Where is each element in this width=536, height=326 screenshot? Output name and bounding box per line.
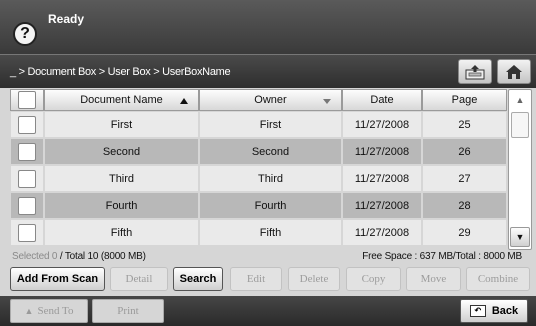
print-button[interactable]: Print [92,299,164,323]
table-row[interactable]: Fifth Fifth 11/27/2008 29 [10,219,507,246]
select-all-checkbox-header[interactable] [10,89,44,111]
column-document-name[interactable]: Document Name [44,89,199,111]
cell-page: 28 [422,192,507,219]
cell-page: 29 [422,219,507,246]
cell-date: 11/27/2008 [342,192,422,219]
cell-date: 11/27/2008 [342,111,422,138]
sort-descending-icon [323,99,331,104]
breadcrumb-bar: _ > Document Box > User Box > UserBoxNam… [0,54,536,88]
table-scrollbar[interactable]: ▲ ▼ [508,89,532,250]
send-to-button[interactable]: ▲ Send To [10,299,88,323]
cell-owner: Fifth [199,219,342,246]
send-to-icon: ▲ [24,306,34,316]
copy-button[interactable]: Copy [346,267,401,291]
cell-owner: Second [199,138,342,165]
selected-count: Selected 0 [12,251,58,262]
cell-date: 11/27/2008 [342,219,422,246]
breadcrumb: _ > Document Box > User Box > UserBoxNam… [10,66,231,78]
cell-document-name: Third [44,165,199,192]
table-row[interactable]: Third Third 11/27/2008 27 [10,165,507,192]
home-icon [506,64,522,79]
delete-button[interactable]: Delete [288,267,340,291]
cell-owner: Third [199,165,342,192]
upload-tray-icon [465,64,485,79]
column-date[interactable]: Date [342,89,422,111]
back-icon: ↶ [469,305,486,317]
row-checkbox[interactable] [18,169,36,188]
status-text: Ready [48,12,85,26]
cell-page: 25 [422,111,507,138]
table-row[interactable]: Fourth Fourth 11/27/2008 28 [10,192,507,219]
edit-button[interactable]: Edit [230,267,282,291]
row-checkbox[interactable] [18,196,36,215]
cell-owner: First [199,111,342,138]
chevron-down-icon: ▼ [515,232,525,242]
selection-info: Selected 0 / Total 10 (8000 MB) [12,251,146,262]
select-all-checkbox[interactable] [18,91,36,109]
upload-button[interactable] [458,59,492,84]
table-row[interactable]: First First 11/27/2008 25 [10,111,507,138]
scroll-down-button[interactable]: ▼ [510,227,530,247]
cell-date: 11/27/2008 [342,138,422,165]
cell-document-name: Fourth [44,192,199,219]
cell-page: 27 [422,165,507,192]
cell-document-name: Fifth [44,219,199,246]
help-icon[interactable]: ? [13,22,37,46]
footer-bar: ▲ Send To Print ↶ Back [0,296,536,326]
cell-owner: Fourth [199,192,342,219]
cell-date: 11/27/2008 [342,165,422,192]
free-space-info: Free Space : 637 MB/Total : 8000 MB [362,251,522,262]
row-checkbox[interactable] [18,142,36,161]
column-page[interactable]: Page [422,89,507,111]
cell-page: 26 [422,138,507,165]
move-button[interactable]: Move [406,267,461,291]
status-header: ? Ready [0,0,536,54]
chevron-up-icon: ▲ [515,95,525,105]
cell-document-name: Second [44,138,199,165]
search-button[interactable]: Search [173,267,223,291]
back-button[interactable]: ↶ Back [460,299,528,323]
scroll-up-button[interactable]: ▲ [510,91,530,109]
column-owner[interactable]: Owner [199,89,342,111]
home-button[interactable] [497,59,531,84]
total-count: / Total 10 (8000 MB) [59,251,146,262]
detail-button[interactable]: Detail [110,267,168,291]
combine-button[interactable]: Combine [466,267,530,291]
table-row[interactable]: Second Second 11/27/2008 26 [10,138,507,165]
row-checkbox[interactable] [18,115,36,134]
sort-ascending-icon [180,98,188,104]
cell-document-name: First [44,111,199,138]
scroll-thumb[interactable] [511,112,529,138]
add-from-scan-button[interactable]: Add From Scan [10,267,105,291]
document-table: Document Name Owner Date Page First Firs… [10,89,507,250]
row-checkbox[interactable] [18,223,36,242]
